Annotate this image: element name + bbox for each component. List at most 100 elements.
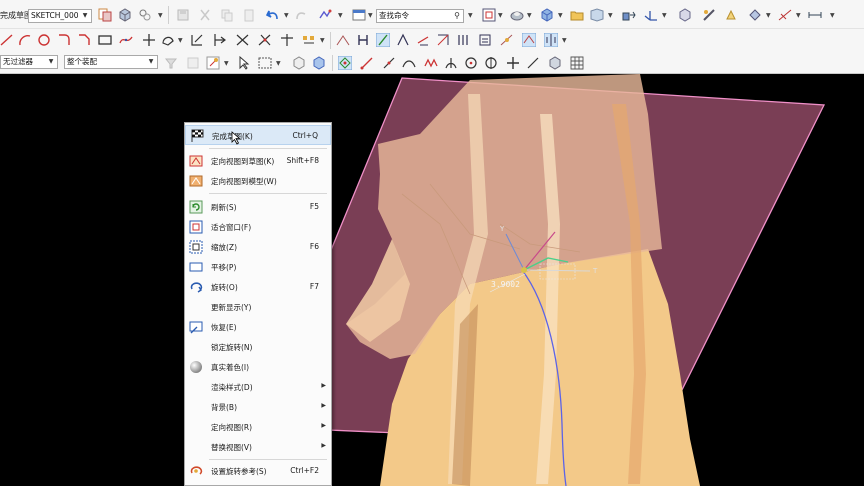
snap-face-icon[interactable] [548, 56, 562, 70]
repeat-command-icon[interactable] [318, 8, 332, 22]
profile-line-icon[interactable] [0, 33, 14, 47]
graphics-viewport[interactable]: 3.9002 T Y [0, 74, 864, 486]
sketch-name-dropdown[interactable]: SKETCH_000 ▼ [28, 9, 92, 23]
snap-midpoint-icon[interactable] [360, 56, 374, 70]
quick-trim-icon[interactable] [190, 33, 204, 47]
menu-item-orient-to-sketch[interactable]: 定向视图到草图(K) Shift+F8 [185, 151, 331, 171]
copy-icon[interactable] [220, 8, 234, 22]
menu-item-update-display[interactable]: 更新显示(Y) [185, 297, 331, 317]
display-mode-icon[interactable] [748, 8, 762, 22]
analysis-icon[interactable] [724, 8, 738, 22]
chevron-down-icon[interactable]: ▼ [796, 12, 801, 19]
snap-existing-point-icon[interactable] [506, 56, 520, 70]
chevron-down-icon[interactable]: ▼ [527, 12, 532, 19]
offset-curve-icon[interactable] [161, 33, 175, 47]
chevron-down-icon[interactable]: ▼ [662, 12, 667, 19]
grid-icon[interactable] [570, 56, 584, 70]
rapid-dimension-icon[interactable] [336, 33, 350, 47]
rectangle-icon[interactable] [98, 33, 112, 47]
part-navigator-icon[interactable] [118, 8, 132, 22]
csys-origin[interactable] [521, 267, 527, 273]
menu-item-replace-view[interactable]: 替换视图(V) ▶ [185, 437, 331, 457]
create-persistent-relation-icon[interactable] [522, 33, 536, 47]
intersection-point-icon[interactable] [258, 33, 272, 47]
menu-item-orient-to-model[interactable]: 定向视图到模型(W) [185, 171, 331, 191]
window-icon[interactable] [352, 8, 366, 22]
menu-item-finish-sketch[interactable]: 完成草图(K) Ctrl+Q [185, 125, 331, 145]
save-icon[interactable] [176, 8, 190, 22]
convert-reference-icon[interactable] [416, 33, 430, 47]
auto-constraint-icon[interactable] [376, 33, 390, 47]
chevron-down-icon[interactable]: ▼ [830, 12, 835, 19]
make-symmetric-icon[interactable] [544, 33, 558, 47]
snap-on-curve-icon[interactable] [526, 56, 540, 70]
type-filter-dropdown[interactable]: 无过滤器 ▼ [0, 55, 58, 69]
snap-arc-center-icon[interactable] [464, 56, 478, 70]
render-style-icon[interactable] [510, 8, 524, 22]
view-palette-icon[interactable] [590, 8, 604, 22]
derived-lines-icon[interactable] [280, 33, 294, 47]
geometric-constraint-icon[interactable] [356, 33, 370, 47]
show-hide-icon[interactable] [678, 8, 692, 22]
menu-item-lock-rotation[interactable]: 锁定旋转(N) [185, 337, 331, 357]
sketch-settings-icon[interactable] [98, 8, 112, 22]
snap-point-icon[interactable] [206, 56, 220, 70]
linear-dimension-icon[interactable] [808, 8, 822, 22]
command-search-input[interactable]: 查找命令 ⚲ [376, 9, 464, 23]
csys-icon[interactable] [644, 8, 658, 22]
chevron-down-icon[interactable]: ▼ [338, 12, 343, 19]
snap-quadrant-icon[interactable] [424, 56, 438, 70]
select-cursor-icon[interactable] [236, 56, 250, 70]
menu-item-restore[interactable]: 恢复(E) [185, 317, 331, 337]
menu-item-true-shading[interactable]: 真实着色(I) [185, 357, 331, 377]
layer-folder-icon[interactable] [570, 8, 584, 22]
chevron-down-icon[interactable]: ▼ [224, 60, 229, 67]
menu-item-pan[interactable]: 平移(P) [185, 257, 331, 277]
chevron-down-icon[interactable]: ▼ [468, 12, 473, 19]
menu-item-zoom[interactable]: 缩放(Z) F6 [185, 237, 331, 257]
chevron-down-icon[interactable]: ▼ [368, 12, 373, 19]
chevron-down-icon[interactable]: ▼ [284, 12, 289, 19]
make-corner-icon[interactable] [236, 33, 250, 47]
select-face-icon[interactable] [312, 56, 326, 70]
snap-intersection-icon[interactable] [444, 56, 458, 70]
redo-icon[interactable] [294, 8, 308, 22]
menu-item-orient-view[interactable]: 定向视图(R) ▶ [185, 417, 331, 437]
shaded-cube-icon[interactable] [540, 8, 554, 22]
circle-icon[interactable] [37, 33, 51, 47]
snap-point-on-curve-icon[interactable] [402, 56, 416, 70]
chevron-down-icon[interactable]: ▼ [276, 60, 281, 67]
quick-extend-icon[interactable] [212, 33, 226, 47]
studio-spline-icon[interactable] [119, 33, 133, 47]
point-icon[interactable] [142, 33, 156, 47]
measure-icon[interactable] [702, 8, 716, 22]
dimension-label[interactable]: 3.9002 [491, 280, 520, 289]
cut-icon[interactable] [198, 8, 212, 22]
fit-view-icon[interactable] [482, 8, 496, 22]
chevron-down-icon[interactable]: ▼ [766, 12, 771, 19]
menu-item-background[interactable]: 背景(B) ▶ [185, 397, 331, 417]
chevron-down-icon[interactable]: ▼ [498, 12, 503, 19]
selection-scope-dropdown[interactable]: 整个装配 ▼ [64, 55, 158, 69]
alternate-solution-icon[interactable] [436, 33, 450, 47]
chamfer-icon[interactable] [77, 33, 91, 47]
arc-icon[interactable] [18, 33, 32, 47]
paste-icon[interactable] [242, 8, 256, 22]
chevron-down-icon[interactable]: ▼ [558, 12, 563, 19]
deselect-icon[interactable] [186, 56, 200, 70]
menu-item-set-rotation-reference[interactable]: 设置旋转参考(S) Ctrl+F2 [185, 461, 331, 481]
selection-filter-icon[interactable] [164, 56, 178, 70]
chevron-down-icon[interactable]: ▼ [562, 37, 567, 44]
chevron-down-icon[interactable]: ▼ [608, 12, 613, 19]
relations-browser-icon[interactable] [478, 33, 492, 47]
snap-control-point-icon[interactable] [382, 56, 396, 70]
inferred-constraints-icon[interactable] [456, 33, 470, 47]
chevron-down-icon[interactable]: ▼ [158, 12, 163, 19]
chevron-down-icon[interactable]: ▼ [320, 37, 325, 44]
select-body-icon[interactable] [292, 56, 306, 70]
dimension-icon[interactable] [778, 8, 792, 22]
undo-icon[interactable] [266, 8, 280, 22]
continuous-auto-dimension-icon[interactable] [500, 33, 514, 47]
snap-endpoint-icon[interactable] [338, 56, 352, 70]
show-constraints-icon[interactable] [396, 33, 410, 47]
